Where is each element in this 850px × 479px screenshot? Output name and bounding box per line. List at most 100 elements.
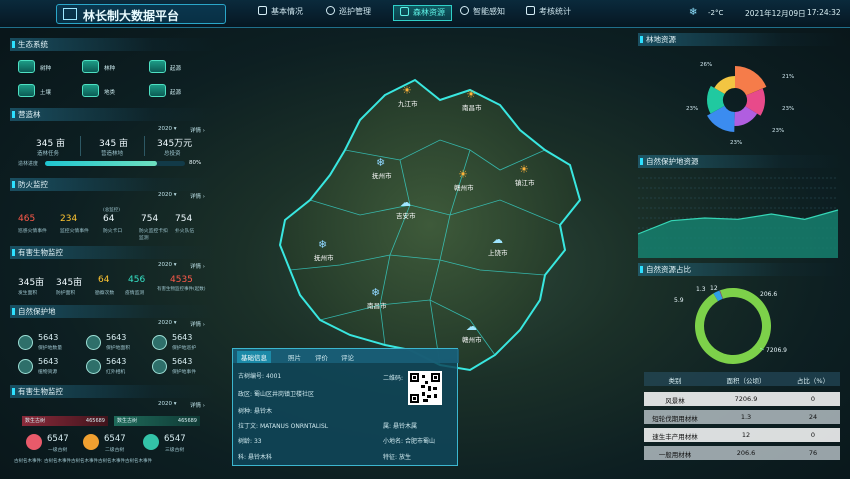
grade3-label: 三级古树 [165, 448, 185, 453]
detail-link[interactable]: 详情 › [190, 192, 205, 200]
reserve-stat-0: 5643 [38, 333, 59, 342]
reserve-icon[interactable] [18, 335, 33, 350]
year-select[interactable]: 2020 ▾ [158, 262, 177, 268]
tag-ancient-1: 数生古树 465689 [22, 416, 108, 426]
reserve-label-2: 保护地巡护 [172, 346, 196, 351]
snow-icon: ❄ [689, 7, 698, 18]
plant-icon[interactable] [18, 359, 33, 374]
city-label[interactable]: 南昌市 [367, 300, 387, 310]
patrol-icon [326, 6, 335, 15]
origin-icon[interactable] [149, 60, 166, 73]
map-region-outline[interactable] [278, 78, 582, 372]
eco-label: 地类 [104, 90, 116, 96]
city-label[interactable]: 赣州市 [454, 182, 474, 192]
city-label[interactable]: 南昌市 [462, 102, 482, 112]
city-label[interactable]: 镇江市 [515, 177, 535, 187]
event-icon[interactable] [152, 359, 167, 374]
detail-link[interactable]: 详情 › [190, 262, 205, 270]
afforest-task-label: 造林任务 [37, 151, 60, 157]
tab-basic-info[interactable]: 基础信息 [237, 351, 271, 363]
tab-photos[interactable]: 照片 [288, 352, 301, 362]
city-label[interactable]: 抚州市 [314, 252, 334, 262]
table-cell: 206.6 [736, 449, 756, 457]
city-label[interactable]: 赣州市 [462, 334, 482, 344]
forest-type-icon[interactable] [82, 60, 99, 73]
donut-label: 1.3 [696, 286, 706, 293]
rain-icon: ☁ [466, 320, 477, 333]
reserve-stat-4: 5643 [106, 357, 127, 366]
camera-icon[interactable] [86, 359, 101, 374]
year-select[interactable]: 2020 ▾ [158, 320, 177, 326]
home-icon [258, 6, 267, 15]
pie-label: 26% [700, 62, 712, 68]
tree-species-icon[interactable] [18, 60, 35, 73]
detail-link[interactable]: 详情 › [190, 401, 205, 409]
pie-label: 21% [782, 74, 794, 80]
afforest-invest-label: 总投资 [164, 151, 181, 157]
year-select[interactable]: 2020 ▾ [158, 192, 177, 198]
donut-label: 12 [710, 285, 718, 292]
pest-label-3: 疫情监测 [125, 291, 145, 296]
pest-title: 有害生物监控 [10, 246, 215, 259]
info-region: 政区: 蜀山区井岗镇卫楼社区 [238, 391, 314, 398]
reserve-area-chart[interactable] [638, 170, 843, 260]
pest-label-0: 发生面积 [18, 291, 38, 296]
tab-rating[interactable]: 评价 [315, 352, 328, 362]
pie-label: 23% [782, 106, 794, 112]
pie-label: 23% [686, 106, 698, 112]
table-cell: 76 [808, 449, 818, 457]
afforest-land-label: 营造林地 [101, 151, 124, 157]
pest2-title: 有害生物监控 [10, 385, 215, 398]
afforest-title: 营造林 [10, 108, 215, 121]
pie-label: 23% [730, 140, 742, 146]
soil-icon[interactable] [18, 84, 35, 97]
sun-icon: ☀ [519, 163, 529, 176]
natural-donut-chart[interactable]: 7206.9 206.6 12 1.3 5.9 [660, 278, 840, 370]
detail-link[interactable]: 详情 › [190, 126, 205, 134]
nav-stats[interactable]: 考核统计 [526, 6, 571, 22]
platform-title: 林长制大数据平台 [83, 9, 180, 23]
fire-label-4: 扑火队伍 [175, 229, 195, 234]
donut-label: 7206.9 [766, 347, 787, 354]
nav-basic[interactable]: 基本情况 [258, 6, 303, 22]
city-label[interactable]: 吉安市 [396, 210, 416, 220]
table-cell: 风景林 [665, 397, 685, 405]
pest-stat-2: 64 [98, 275, 110, 285]
progress-fill [45, 161, 157, 166]
pie-label: 23% [772, 128, 784, 134]
pest-stat-1: 345亩 [56, 278, 83, 288]
nav-forest[interactable]: 森林资源 [393, 5, 452, 21]
reserve-label-1: 保护地面积 [106, 346, 130, 351]
tree-info-panel: 基础信息 照片 评价 评论 古树编号: 4001 政区: 蜀山区井岗镇卫楼社区 … [232, 348, 459, 466]
area-icon[interactable] [86, 335, 101, 350]
sun-icon: ☀ [402, 84, 412, 97]
afforest-task-value: 345 亩 [36, 139, 66, 149]
eco-label: 树种 [40, 66, 52, 72]
grade1-icon [26, 434, 42, 450]
qr-code[interactable] [408, 371, 442, 405]
origin-icon[interactable] [149, 84, 166, 97]
patrol-icon[interactable] [152, 335, 167, 350]
year-select[interactable]: 2020 ▾ [158, 401, 177, 407]
tab-comments[interactable]: 评论 [341, 352, 354, 362]
info-age: 树龄: 33 [238, 438, 262, 445]
forest-pie-chart[interactable]: 26% 21% 23% 23% 23% 23% [660, 52, 810, 152]
progress-track [45, 161, 185, 166]
nav-patrol[interactable]: 巡护管理 [326, 6, 371, 22]
detail-link[interactable]: 详情 › [190, 320, 205, 328]
year-select[interactable]: 2020 ▾ [158, 126, 177, 132]
fire-stat-4: 754 [175, 214, 193, 224]
table-cell: 类别 [668, 377, 682, 385]
city-label[interactable]: 抚州市 [372, 170, 392, 180]
info-feature: 特征: 放生 [383, 454, 411, 461]
land-type-icon[interactable] [82, 84, 99, 97]
city-label[interactable]: 九江市 [398, 98, 418, 108]
info-genus: 属: 悬铃木属 [383, 423, 417, 430]
city-label[interactable]: 上饶市 [488, 247, 508, 257]
platform-logo: 林长制大数据平台 [56, 4, 226, 24]
rain-icon: ☁ [492, 233, 503, 246]
grade1-value: 6547 [47, 434, 69, 444]
reserve-label-5: 保护地事件 [172, 370, 196, 375]
nav-sensing[interactable]: 智能感知 [460, 6, 505, 22]
table-cell: 7206.9 [734, 395, 758, 403]
